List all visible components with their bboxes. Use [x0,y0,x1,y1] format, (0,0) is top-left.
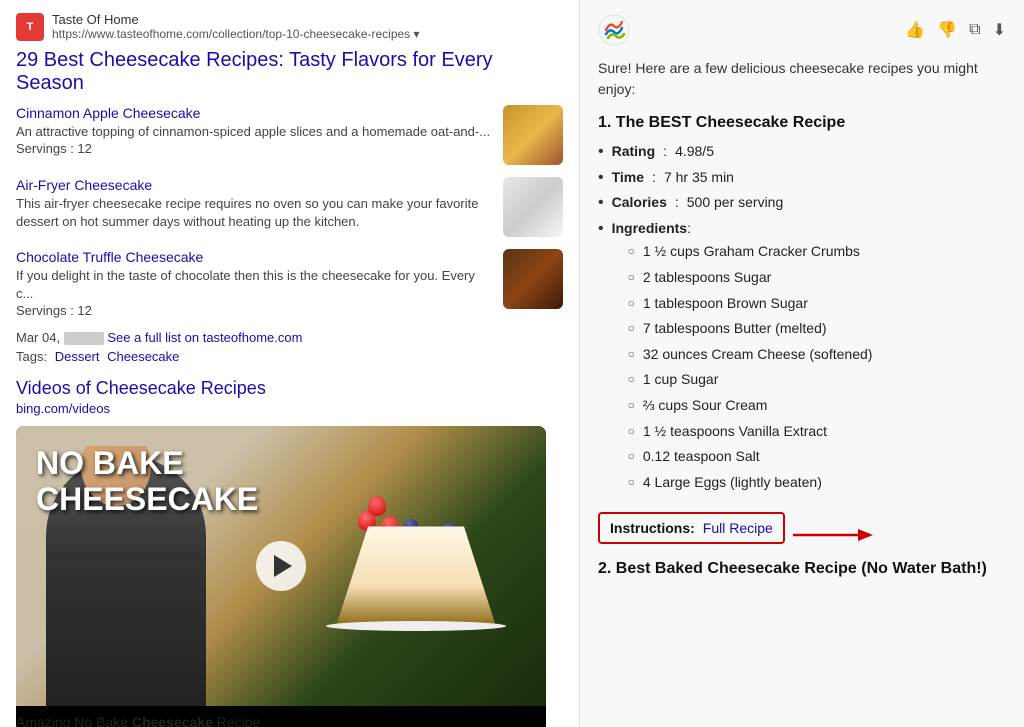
main-search-title[interactable]: 29 Best Cheesecake Recipes: Tasty Flavor… [16,49,563,95]
recipe-link-cinnamon[interactable]: Cinnamon Apple Cheesecake [16,105,493,121]
date-blur [64,332,104,345]
videos-source[interactable]: bing.com/videos [16,401,563,416]
ingredient-item: 0.12 teaspoon Salt [628,447,873,467]
ingredients-list: 1 ½ cups Graham Cracker Crumbs 2 tablespo… [628,242,873,492]
ingredients-item: Ingredients: 1 ½ cups Graham Cracker Cru… [598,219,1006,499]
time-value: 7 hr 35 min [664,168,734,188]
recipe1-meta-list: Rating: 4.98/5 Time: 7 hr 35 min Calorie… [598,142,1006,504]
copilot-logo [598,14,630,46]
tag-dessert[interactable]: Dessert [55,349,100,364]
copilot-header: 👍 👎 ⧉ ⬇ [598,14,1006,46]
recipe-desc-chocolate: If you delight in the taste of chocolate… [16,267,493,303]
left-panel: T Taste Of Home https://www.tasteofhome.… [0,0,580,727]
thumbdown-icon[interactable]: 👎 [937,20,957,40]
source-url: https://www.tasteofhome.com/collection/t… [52,27,420,41]
recipe-desc-airfryer: This air-fryer cheesecake recipe require… [16,195,493,231]
instructions-box: Instructions: Full Recipe [598,512,785,544]
recipe-item-cinnamon: Cinnamon Apple Cheesecake An attractive … [16,105,563,165]
recipe2-title: 2. Best Baked Cheesecake Recipe (No Wate… [598,558,1006,580]
tag-cheesecake[interactable]: Cheesecake [107,349,179,364]
recipe-item-airfryer: Air-Fryer Cheesecake This air-fryer chee… [16,177,563,237]
calories-value: 500 per serving [687,193,784,213]
source-name: Taste Of Home [52,12,420,27]
recipe-thumb-chocolate [503,249,563,309]
header-actions: 👍 👎 ⧉ ⬇ [905,20,1006,40]
ingredient-item: 2 tablespoons Sugar [628,268,873,288]
time-item: Time: 7 hr 35 min [598,168,1006,188]
date-line: Mar 04, See a full list on tasteofhome.c… [16,330,563,345]
intro-text: Sure! Here are a few delicious cheesecak… [598,58,1006,100]
recipe-meta-cinnamon: Servings : 12 [16,141,493,156]
recipe-thumb-cinnamon [503,105,563,165]
ingredients-label: Ingredients [612,220,687,236]
instructions-label: Instructions: [610,520,695,536]
recipe-link-airfryer[interactable]: Air-Fryer Cheesecake [16,177,493,193]
download-icon[interactable]: ⬇ [993,20,1006,40]
instructions-row: Instructions: Full Recipe [598,512,1006,558]
recipe-meta-chocolate: Servings : 12 [16,303,493,318]
ingredient-item: 7 tablespoons Butter (melted) [628,319,873,339]
recipe1-title: 1. The BEST Cheesecake Recipe [598,114,1006,132]
recipe-item-chocolate: Chocolate Truffle Cheesecake If you deli… [16,249,563,318]
ingredient-item: 32 ounces Cream Cheese (softened) [628,345,873,365]
time-label: Time [612,168,644,188]
ingredient-item: 1 ½ cups Graham Cracker Crumbs [628,242,873,262]
rating-item: Rating: 4.98/5 [598,142,1006,162]
video-thumbnail[interactable]: NO BAKE CHEESECAKE [16,426,546,706]
video-card[interactable]: NO BAKE CHEESECAKE Amazing No Ba [16,426,546,727]
ingredient-item: 1 cup Sugar [628,370,873,390]
full-recipe-link[interactable]: Full Recipe [703,520,773,536]
ingredient-item: 4 Large Eggs (lightly beaten) [628,473,873,493]
thumbup-icon[interactable]: 👍 [905,20,925,40]
recipe-thumb-airfryer [503,177,563,237]
see-full-link[interactable]: See a full list on tasteofhome.com [107,330,302,345]
cheesecake-visual [316,491,516,641]
copy-icon[interactable]: ⧉ [969,21,980,39]
video-title-text: Amazing No Bake Cheesecake Recipe [16,714,546,727]
source-header: T Taste Of Home https://www.tasteofhome.… [16,12,563,41]
ingredient-item: 1 tablespoon Brown Sugar [628,294,873,314]
calories-item: Calories: 500 per serving [598,193,1006,213]
video-info: Amazing No Bake Cheesecake Recipe 1M vie… [16,706,546,727]
rating-value: 4.98/5 [675,142,714,162]
video-title-overlay: NO BAKE CHEESECAKE [36,446,258,516]
section-divider: Videos of Cheesecake Recipes bing.com/vi… [16,378,563,416]
recipe-text-chocolate: Chocolate Truffle Cheesecake If you deli… [16,249,493,318]
right-panel: 👍 👎 ⧉ ⬇ Sure! Here are a few delicious c… [580,0,1024,727]
source-info: Taste Of Home https://www.tasteofhome.co… [52,12,420,41]
recipe-text-airfryer: Air-Fryer Cheesecake This air-fryer chee… [16,177,493,231]
tags-line: Tags: Dessert Cheesecake [16,349,563,364]
calories-label: Calories [612,193,667,213]
recipe-link-chocolate[interactable]: Chocolate Truffle Cheesecake [16,249,493,265]
cheesecake-plate [326,621,506,631]
ingredient-item: ⅔ cups Sour Cream [628,396,873,416]
recipe-text-cinnamon: Cinnamon Apple Cheesecake An attractive … [16,105,493,156]
rating-label: Rating [612,142,656,162]
ingredient-item: 1 ½ teaspoons Vanilla Extract [628,422,873,442]
red-arrow [793,525,873,545]
recipe-desc-cinnamon: An attractive topping of cinnamon-spiced… [16,123,493,141]
source-favicon: T [16,13,44,41]
videos-section-title[interactable]: Videos of Cheesecake Recipes [16,378,563,399]
